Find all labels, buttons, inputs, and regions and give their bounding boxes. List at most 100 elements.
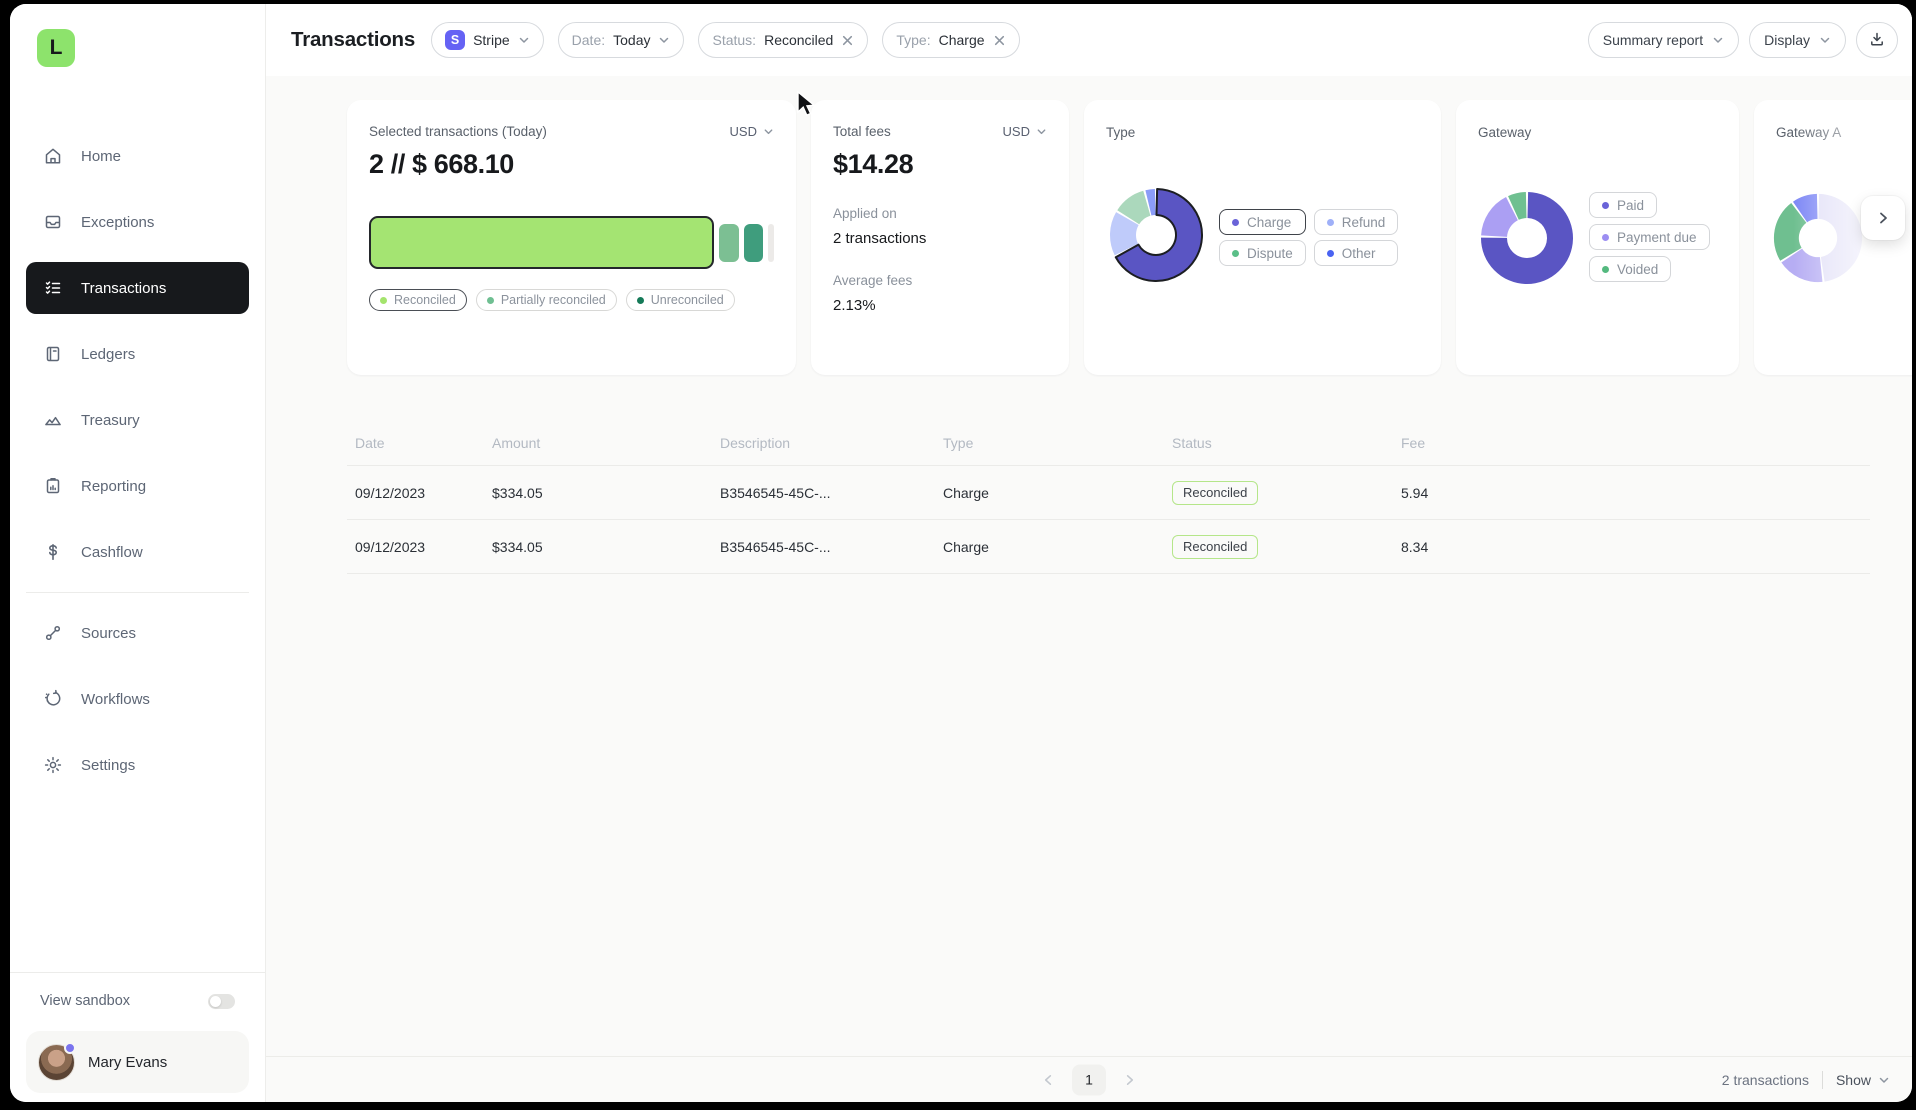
gateway-legend: Paid Payment due Voided <box>1589 192 1710 282</box>
download-button[interactable] <box>1856 22 1898 58</box>
legend-label: Refund <box>1341 214 1386 230</box>
summary-report-button[interactable]: Summary report <box>1587 22 1740 58</box>
legend-label: Other <box>1341 245 1376 261</box>
chevron-down-icon <box>1819 34 1831 46</box>
sidebar-item-transactions[interactable]: Transactions <box>26 262 249 314</box>
legend-label: Voided <box>1617 261 1659 277</box>
sidebar: L Home Exceptions Transactions Ledgers T… <box>10 4 266 1102</box>
sidebar-item-home[interactable]: Home <box>26 130 249 182</box>
legend-chip-charge[interactable]: Charge <box>1219 209 1306 235</box>
applied-on-label: Applied on <box>833 206 897 221</box>
legend-chip-voided[interactable]: Voided <box>1589 256 1672 282</box>
sandbox-label: View sandbox <box>40 993 131 1009</box>
bar-segment[interactable] <box>743 223 763 262</box>
cards-next-button[interactable] <box>1861 196 1905 240</box>
sidebar-item-label: Treasury <box>81 411 140 429</box>
sidebar-item-label: Ledgers <box>81 345 136 363</box>
legend-dot <box>1602 233 1609 241</box>
sidebar-bottom: View sandbox Mary Evans <box>10 972 265 1102</box>
legend-dot <box>1232 218 1239 226</box>
pagination: 1 <box>1042 1064 1136 1095</box>
summary-report-label: Summary report <box>1602 32 1704 48</box>
legend-chip-dispute[interactable]: Dispute <box>1219 240 1306 266</box>
gateway-donut-chart[interactable] <box>1479 190 1575 286</box>
type-donut-chart[interactable] <box>1108 187 1204 283</box>
legend-chip-unreconciled[interactable]: Unreconciled <box>625 289 735 311</box>
display-label: Display <box>1764 32 1810 48</box>
sidebar-nav: Home Exceptions Transactions Ledgers Tre… <box>10 130 265 805</box>
sidebar-item-label: Reporting <box>81 477 147 495</box>
bar-track-end <box>768 223 774 262</box>
home-icon <box>43 146 63 166</box>
legend-chip-refund[interactable]: Refund <box>1313 209 1399 235</box>
bar-segment[interactable] <box>719 223 739 262</box>
card-title: Total fees <box>833 124 891 139</box>
sidebar-item-reporting[interactable]: Reporting <box>26 460 249 512</box>
filter-chip-source[interactable]: S Stripe <box>431 22 544 58</box>
footer-right: 2 transactions Show <box>1721 1070 1890 1089</box>
sandbox-toggle[interactable] <box>208 993 235 1009</box>
filter-status-value: Reconciled <box>764 32 834 48</box>
card-total-fees: Total fees USD $14.28 Applied on 2 trans… <box>811 100 1069 375</box>
next-page-button[interactable] <box>1123 1073 1136 1086</box>
dollar-icon <box>43 542 63 562</box>
filter-date-value: Today <box>613 32 651 48</box>
close-icon[interactable] <box>993 34 1006 47</box>
cell-type: Charge <box>943 484 989 501</box>
user-menu[interactable]: Mary Evans <box>26 1031 249 1093</box>
sidebar-item-cashflow[interactable]: Cashflow <box>26 526 249 578</box>
selected-total-value: 2 // $ 668.10 <box>369 149 514 179</box>
status-badge: Reconciled <box>1172 480 1259 505</box>
gateway-a-donut-chart[interactable] <box>1772 192 1864 284</box>
legend-chip-other[interactable]: Other <box>1313 240 1399 266</box>
user-name: Mary Evans <box>88 1053 168 1071</box>
legend-chip-payment-due[interactable]: Payment due <box>1589 224 1710 250</box>
current-page-button[interactable]: 1 <box>1072 1064 1106 1095</box>
sidebar-item-sources[interactable]: Sources <box>26 607 249 659</box>
column-header-date: Date <box>355 434 385 451</box>
sidebar-item-workflows[interactable]: Workflows <box>26 673 249 725</box>
cell-type: Charge <box>943 538 989 555</box>
cell-date: 09/12/2023 <box>355 484 426 501</box>
show-label: Show <box>1835 1071 1871 1088</box>
legend-chip-partially-reconciled[interactable]: Partially reconciled <box>475 289 617 311</box>
card-title: Selected transactions (Today) <box>369 124 547 139</box>
transaction-count: 2 transactions <box>1721 1071 1809 1088</box>
legend-chip-reconciled[interactable]: Reconciled <box>369 289 467 311</box>
table-row[interactable]: 09/12/2023 $334.05 B3546545-45C-... Char… <box>347 520 1870 574</box>
treasury-chart-icon <box>43 410 63 430</box>
sidebar-item-treasury[interactable]: Treasury <box>26 394 249 446</box>
legend-label: Charge <box>1247 214 1292 230</box>
chevron-down-icon <box>518 34 530 46</box>
app-logo: L <box>37 29 75 67</box>
cell-description: B3546545-45C-... <box>720 484 831 501</box>
chevron-down-icon <box>658 34 670 46</box>
applied-on-value: 2 transactions <box>833 230 927 247</box>
filter-status-prefix: Status: <box>712 32 757 48</box>
column-header-fee: Fee <box>1401 434 1426 451</box>
legend-chip-paid[interactable]: Paid <box>1589 192 1658 218</box>
column-header-type: Type <box>943 434 974 451</box>
sidebar-item-settings[interactable]: Settings <box>26 739 249 791</box>
display-button[interactable]: Display <box>1749 22 1846 58</box>
ledger-book-icon <box>43 344 63 364</box>
filter-chip-date[interactable]: Date: Today <box>557 22 685 58</box>
sidebar-item-label: Workflows <box>81 690 150 708</box>
currency-select[interactable]: USD <box>730 124 774 139</box>
sidebar-item-exceptions[interactable]: Exceptions <box>26 196 249 248</box>
table-row[interactable]: 09/12/2023 $334.05 B3546545-45C-... Char… <box>347 466 1870 520</box>
filter-type-prefix: Type: <box>896 32 931 48</box>
previous-page-button[interactable] <box>1042 1073 1055 1086</box>
legend-label: Unreconciled <box>650 293 724 307</box>
legend-dot <box>1232 249 1239 257</box>
close-icon[interactable] <box>841 34 854 47</box>
currency-select[interactable]: USD <box>1003 124 1047 139</box>
gear-icon <box>43 755 63 775</box>
show-selector[interactable]: Show <box>1836 1072 1890 1088</box>
sidebar-item-ledgers[interactable]: Ledgers <box>26 328 249 380</box>
sidebar-divider <box>26 592 249 593</box>
reconciliation-bar-chart[interactable] <box>369 216 774 269</box>
filter-chip-status[interactable]: Status: Reconciled <box>698 22 869 58</box>
bar-segment[interactable] <box>369 216 715 269</box>
filter-chip-type[interactable]: Type: Charge <box>882 22 1020 58</box>
